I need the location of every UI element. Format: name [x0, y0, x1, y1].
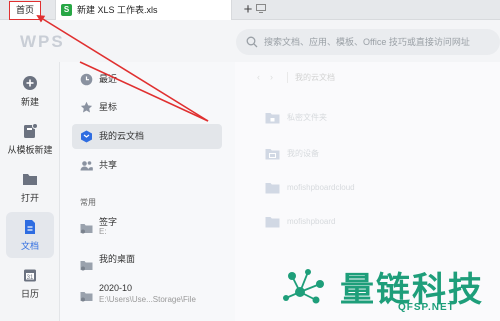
share-users-icon — [80, 161, 93, 171]
nav-item-label: 最近 — [99, 74, 118, 84]
folder-open-icon — [23, 174, 37, 185]
tab-document-title: 新建 XLS 工作表.xls — [77, 5, 158, 15]
folder-pin-icon — [80, 224, 93, 234]
nav-item-starred[interactable]: 星标 — [72, 95, 222, 120]
file-row[interactable]: mofishpboard — [257, 210, 487, 234]
pinned-folder-name: 我的桌面 — [99, 254, 136, 264]
spreadsheet-icon: S — [61, 4, 72, 16]
calendar-icon: 31 — [24, 269, 36, 282]
nav-item-shared[interactable]: 共享 — [72, 153, 222, 178]
file-name: mofishpboardcloud — [287, 183, 355, 192]
search-icon — [246, 36, 258, 48]
device-folder-icon — [265, 149, 280, 160]
file-name: 私密文件夹 — [287, 113, 327, 122]
template-icon — [24, 123, 38, 138]
tab-home[interactable]: 首页 — [9, 1, 41, 20]
star-icon — [80, 101, 93, 113]
left-rail: 新建 从模板新建 打开 文档 31 日历 — [0, 62, 60, 321]
pinned-folder-name: 2020-10 — [99, 283, 133, 293]
pinned-folder[interactable]: 签字 E: — [80, 214, 230, 244]
cloud-doc-icon — [81, 130, 92, 143]
nav-item-label: 星标 — [99, 102, 118, 112]
pinned-folder-path: E:\Users\Use...Storage\File — [99, 295, 196, 304]
forward-button[interactable]: › — [270, 72, 273, 82]
wps-logo: WPS — [20, 32, 65, 51]
tab-bar: 首页 S 新建 XLS 工作表.xls + — [0, 0, 500, 20]
pinned-folder[interactable]: 我的桌面 — [80, 251, 230, 281]
rail-item-open[interactable]: 打开 — [6, 164, 54, 210]
monitor-icon[interactable] — [256, 4, 266, 13]
file-row[interactable]: mofishpboardcloud — [257, 176, 487, 200]
nav-item-cloud-docs[interactable]: 我的云文档 — [72, 124, 222, 149]
rail-item-label: 从模板新建 — [7, 145, 53, 155]
back-button[interactable]: ‹ — [257, 72, 260, 82]
pinned-folder[interactable]: 2020-10 E:\Users\Use...Storage\File — [80, 282, 230, 312]
breadcrumb-divider — [287, 72, 288, 83]
file-row[interactable]: 私密文件夹 — [257, 106, 487, 130]
clock-icon — [80, 73, 93, 86]
nav-panel: 最近 星标 我的云文档 共享 常用 ⋮ 签字 E: — [60, 62, 275, 321]
document-icon — [25, 220, 35, 234]
search-input[interactable] — [264, 32, 494, 52]
rail-item-label: 新建 — [20, 97, 39, 107]
file-name: 我的设备 — [287, 149, 319, 158]
pinned-folder-path: E: — [99, 227, 107, 236]
rail-item-label: 打开 — [20, 193, 39, 203]
folder-icon — [265, 217, 280, 228]
nav-item-label: 我的云文档 — [99, 131, 145, 141]
rail-item-calendar[interactable]: 31 日历 — [6, 260, 54, 306]
folder-pin-icon — [80, 292, 93, 302]
search-bar[interactable] — [236, 29, 500, 55]
rail-item-label: 文档 — [20, 241, 39, 251]
rail-item-documents[interactable]: 文档 — [6, 212, 54, 258]
folder-icon — [265, 183, 280, 194]
file-row[interactable]: 我的设备 — [257, 142, 487, 166]
tab-document[interactable]: S 新建 XLS 工作表.xls — [55, 0, 266, 20]
nav-item-label: 共享 — [99, 160, 118, 170]
svg-text:WPS: WPS — [20, 32, 65, 51]
file-name: mofishpboard — [287, 217, 336, 226]
rail-item-new[interactable]: 新建 — [6, 68, 54, 114]
nav-item-recent[interactable]: 最近 — [72, 67, 222, 92]
lock-folder-icon — [265, 113, 280, 124]
breadcrumb-current[interactable]: 我的云文档 — [295, 72, 335, 83]
header: WPS — [0, 20, 500, 62]
section-heading-common: 常用 — [80, 198, 96, 207]
add-tab-button[interactable]: + — [240, 0, 256, 20]
watermark-url: QFSP.NET — [398, 302, 455, 313]
folder-pin-icon — [80, 261, 93, 271]
watermark-logo-icon — [283, 269, 324, 304]
svg-text:31: 31 — [27, 275, 34, 281]
rail-item-label: 日历 — [20, 289, 39, 299]
watermark: 量链科技 QFSP.NET — [278, 262, 500, 321]
plus-circle-icon — [23, 76, 37, 90]
rail-item-template[interactable]: 从模板新建 — [6, 116, 54, 162]
